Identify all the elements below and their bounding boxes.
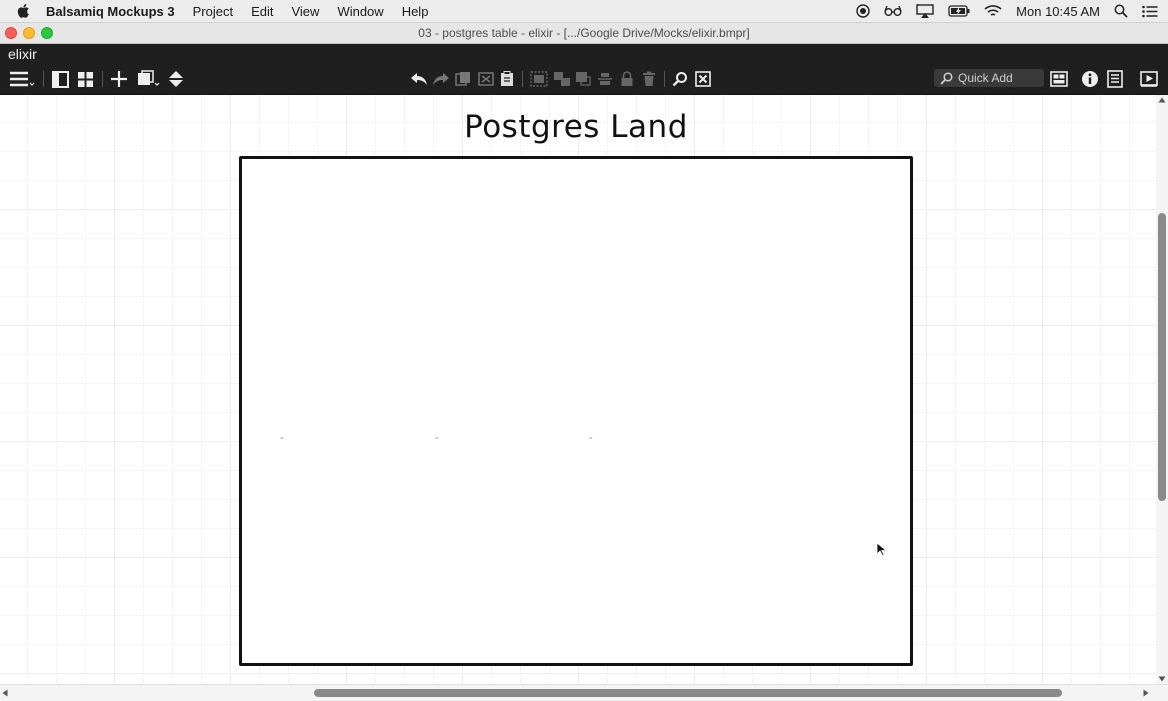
cut-button[interactable] [478, 70, 494, 88]
main-toolbar: Quick Add [0, 64, 1168, 95]
ui-library-button[interactable] [1050, 70, 1068, 88]
undo-button[interactable] [410, 70, 428, 88]
plus-icon [111, 71, 127, 87]
presentation-button[interactable] [1140, 70, 1158, 88]
redo-icon [433, 73, 449, 85]
clear-icon [695, 71, 711, 87]
placeholder-dash: - [280, 432, 284, 444]
status-area: Mon 10:45 AM [856, 0, 1158, 22]
info-icon [1082, 71, 1098, 87]
find-button[interactable] [672, 70, 688, 88]
paste-button[interactable] [500, 70, 514, 88]
cut-icon [478, 72, 494, 86]
placeholder-dash: - [589, 432, 593, 444]
menu-project[interactable]: Project [193, 4, 233, 19]
clear-button[interactable] [695, 70, 711, 88]
mockup-canvas[interactable]: Postgres Land - - - [0, 95, 1156, 684]
wifi-icon[interactable] [984, 4, 1002, 18]
horizontal-scroll-thumb[interactable] [314, 689, 1062, 697]
toolbar-separator [43, 71, 44, 87]
horizontal-scrollbar[interactable] [0, 684, 1168, 701]
ungroup-button[interactable] [553, 70, 571, 88]
mockup-title[interactable]: Postgres Land [240, 109, 912, 145]
arrange-button[interactable] [168, 70, 184, 88]
duplicate-button[interactable] [137, 70, 161, 88]
redo-button[interactable] [432, 70, 450, 88]
undo-icon [411, 73, 427, 85]
ungroup-icon [554, 72, 570, 86]
hamburger-menu-icon [10, 71, 35, 87]
mockup-container-box[interactable] [239, 156, 913, 666]
project-bar: elixir [0, 44, 1168, 64]
menu-view[interactable]: View [291, 4, 319, 19]
align-button[interactable] [597, 70, 613, 88]
notes-button[interactable] [1107, 70, 1123, 88]
toolbar-separator [102, 71, 103, 87]
scroll-left-arrow-icon[interactable] [2, 689, 8, 697]
window-minimize-button[interactable] [23, 27, 35, 39]
trash-icon [643, 71, 655, 86]
quick-add-input[interactable]: Quick Add [934, 69, 1044, 87]
up-down-arrows-icon [169, 71, 183, 87]
toggle-grid-view-button[interactable] [77, 70, 94, 88]
grid-view-icon [78, 71, 93, 87]
window-close-button[interactable] [5, 27, 17, 39]
record-icon[interactable] [856, 4, 870, 18]
scroll-right-arrow-icon[interactable] [1143, 689, 1149, 697]
copy-icon [455, 72, 470, 86]
duplicate-icon [138, 70, 160, 86]
layer-front-icon [576, 72, 591, 86]
scroll-up-arrow-icon[interactable] [1158, 97, 1166, 103]
document-icon [1107, 70, 1123, 88]
mouse-cursor-icon [876, 542, 888, 556]
battery-icon[interactable] [948, 5, 970, 17]
delete-button[interactable] [642, 70, 656, 88]
group-icon [530, 71, 548, 87]
lock-button[interactable] [620, 70, 634, 88]
panel-left-icon [52, 70, 69, 88]
copy-button[interactable] [455, 70, 471, 88]
window-title: 03 - postgres table - elixir - [.../Goog… [418, 26, 750, 40]
toolbar-separator [522, 71, 523, 87]
lock-icon [621, 71, 633, 86]
align-center-icon [598, 73, 612, 85]
bring-to-front-button[interactable] [575, 70, 593, 88]
window-title-bar: 03 - postgres table - elixir - [.../Goog… [0, 23, 1168, 44]
search-icon [940, 71, 953, 85]
play-presentation-icon [1140, 71, 1158, 87]
menu-window[interactable]: Window [337, 4, 383, 19]
notification-center-icon[interactable] [1142, 5, 1158, 18]
toolbar-separator [664, 71, 665, 87]
scroll-down-arrow-icon[interactable] [1158, 676, 1166, 682]
placeholder-dash: - [435, 432, 439, 444]
search-icon [672, 72, 687, 87]
clock[interactable]: Mon 10:45 AM [1016, 4, 1100, 19]
menu-help[interactable]: Help [402, 4, 429, 19]
library-icon [1050, 71, 1068, 87]
glasses-icon[interactable] [884, 4, 902, 18]
menu-button[interactable] [9, 70, 35, 88]
project-name[interactable]: elixir [0, 46, 37, 62]
spotlight-search-icon[interactable] [1114, 4, 1128, 18]
window-zoom-button[interactable] [41, 27, 53, 39]
group-button[interactable] [530, 70, 548, 88]
inspector-button[interactable] [1081, 70, 1099, 88]
menu-edit[interactable]: Edit [251, 4, 273, 19]
toggle-navigator-button[interactable] [52, 70, 69, 88]
macos-menu-bar: Balsamiq Mockups 3 Project Edit View Win… [0, 0, 1168, 23]
menu-app-name[interactable]: Balsamiq Mockups 3 [46, 4, 175, 19]
add-button[interactable] [110, 70, 128, 88]
quick-add-placeholder: Quick Add [958, 71, 1013, 85]
clipboard-icon [501, 71, 513, 86]
vertical-scrollbar[interactable] [1156, 95, 1168, 684]
apple-icon[interactable] [16, 3, 30, 19]
airplay-icon[interactable] [916, 4, 934, 18]
vertical-scroll-thumb[interactable] [1158, 213, 1166, 501]
